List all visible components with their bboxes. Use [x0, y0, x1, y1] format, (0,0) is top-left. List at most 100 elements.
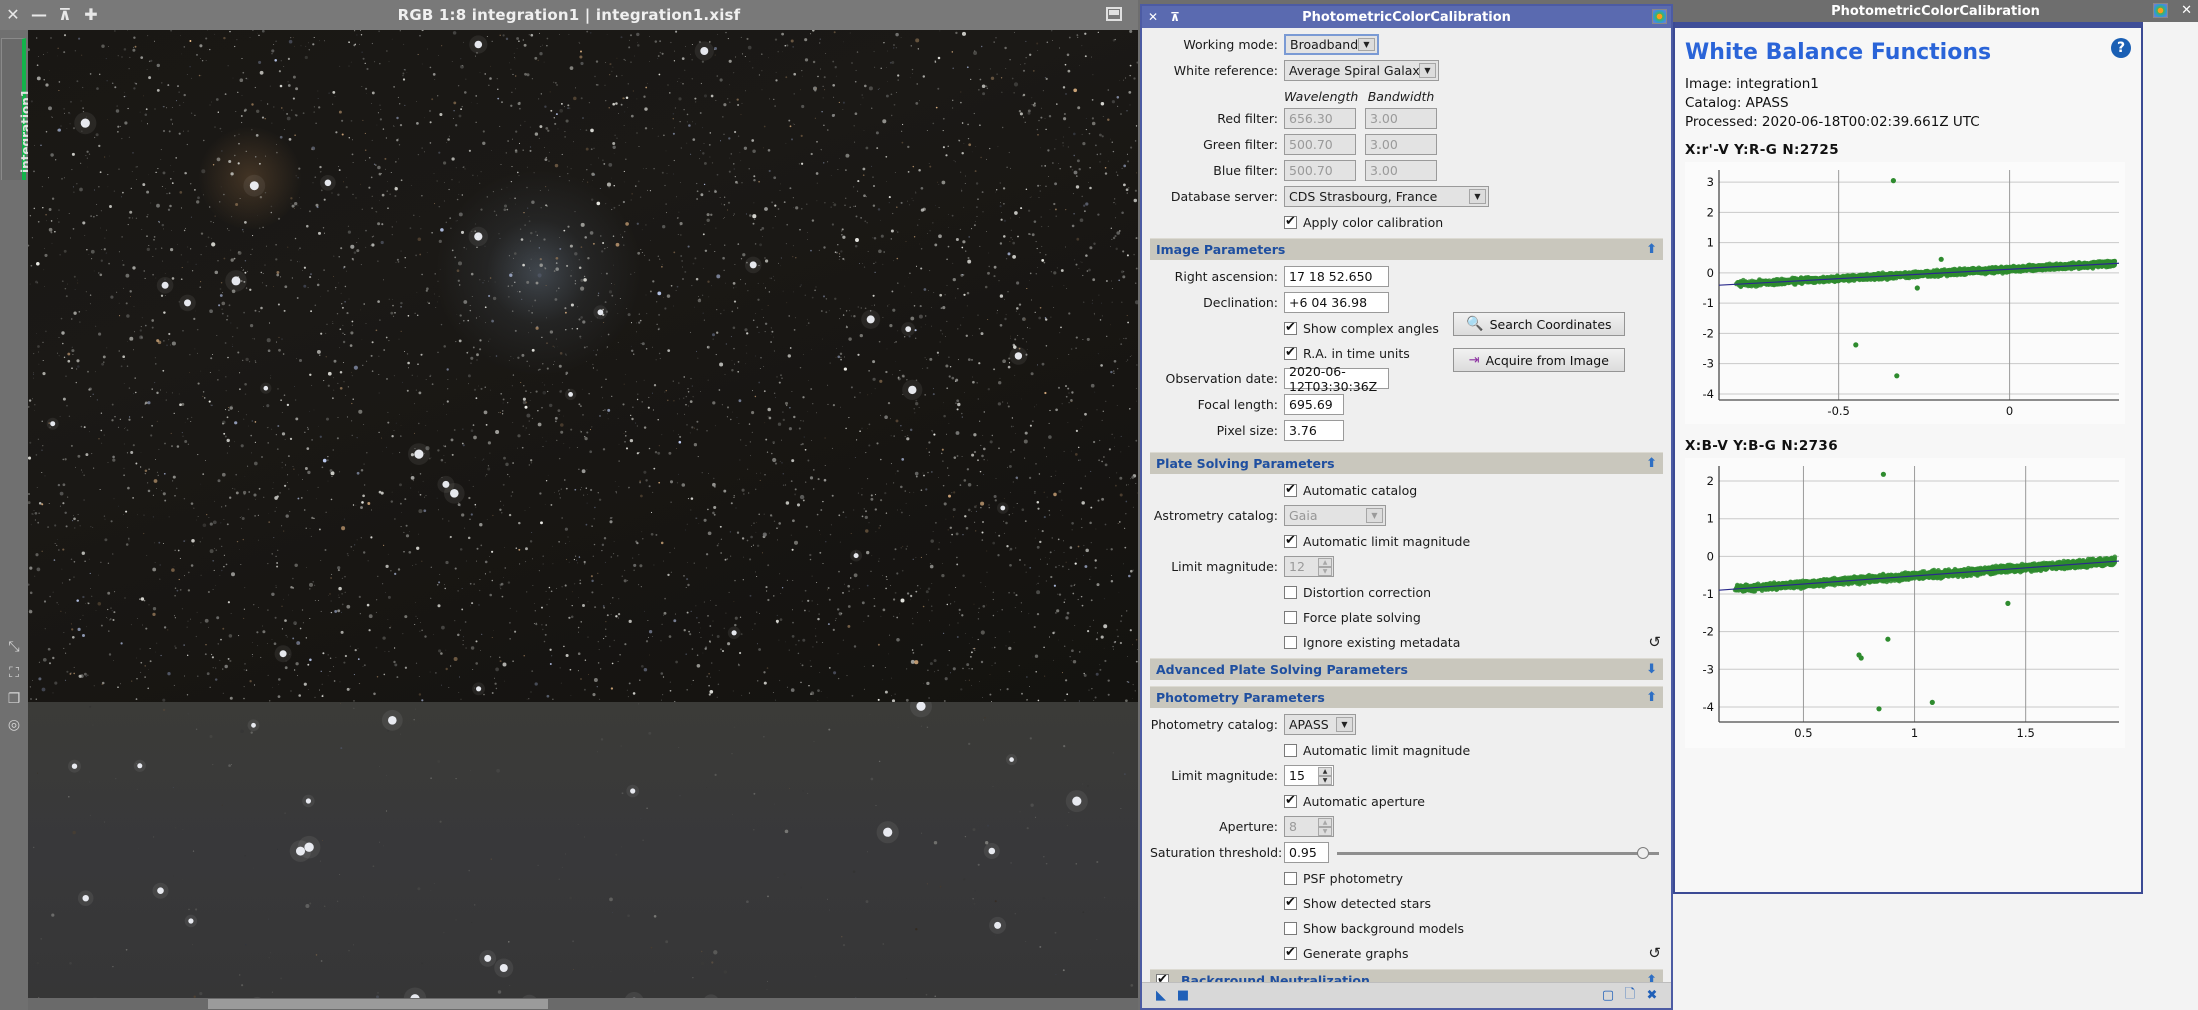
- stepper-buttons[interactable]: ▲ ▼: [1318, 558, 1332, 576]
- green-filter-wavelength-input[interactable]: 500.70: [1284, 134, 1356, 155]
- photometry-automatic-limit-magnitude-checkbox[interactable]: Automatic limit magnitude: [1284, 743, 1470, 758]
- observation-date-input[interactable]: 2020-06-12T03:30:36Z: [1284, 364, 1389, 394]
- focal-length-input[interactable]: 695.69: [1284, 394, 1344, 415]
- show-detected-stars-checkbox[interactable]: Show detected stars: [1284, 895, 1431, 911]
- working-mode-select[interactable]: Broadband ▼: [1284, 34, 1379, 55]
- stepper-buttons[interactable]: ▲ ▼: [1318, 767, 1332, 785]
- minimize-icon[interactable]: —: [26, 2, 52, 28]
- blue-filter-bandwidth-input[interactable]: 3.00: [1365, 160, 1437, 181]
- photometry-limit-magnitude-row: Limit magnitude: 15 ▲ ▼: [1150, 765, 1663, 786]
- wbf-heading: White Balance Functions: [1685, 40, 1992, 65]
- ignore-existing-metadata-checkbox[interactable]: Ignore existing metadata: [1284, 635, 1460, 650]
- preview-tool-icon[interactable]: ❐: [5, 690, 23, 708]
- collapse-icon[interactable]: ⬆: [1646, 243, 1657, 256]
- pcc-body: Working mode: Broadband ▼ White referenc…: [1142, 28, 1671, 982]
- automatic-aperture-checkbox[interactable]: Automatic aperture: [1284, 793, 1425, 809]
- pcc-close-icon[interactable]: ✕: [1142, 7, 1164, 27]
- photometry-limit-magnitude-stepper[interactable]: 15 ▲ ▼: [1284, 765, 1334, 786]
- generate-graphs-checkbox[interactable]: Generate graphs: [1284, 945, 1408, 961]
- chevron-down-icon[interactable]: ▼: [1336, 717, 1353, 732]
- chevron-down-icon[interactable]: ▼: [1358, 38, 1375, 51]
- reset-icon[interactable]: ↺: [1648, 944, 1661, 962]
- white-reference-select[interactable]: Average Spiral Galaxy ▼: [1284, 60, 1439, 81]
- execute-icon[interactable]: ■: [1172, 986, 1194, 1006]
- red-filter-wavelength-input[interactable]: 656.30: [1284, 108, 1356, 129]
- psf-photometry-checkbox[interactable]: PSF photometry: [1284, 871, 1403, 886]
- maximize-icon[interactable]: ✚: [78, 2, 104, 28]
- background-neutralization-section-header[interactable]: Background Neutralization ⬆: [1150, 969, 1663, 982]
- plate-limit-magnitude-stepper[interactable]: 12 ▲ ▼: [1284, 556, 1334, 577]
- browse-documentation-icon[interactable]: 🗋: [1619, 986, 1641, 1006]
- green-filter-row: Green filter: 500.70 3.00: [1150, 134, 1663, 155]
- pixel-size-label: Pixel size:: [1216, 423, 1278, 438]
- view-tab-integration1[interactable]: integration1: [1, 38, 33, 180]
- right-ascension-input[interactable]: 17 18 52.650: [1284, 266, 1389, 287]
- force-plate-solving-checkbox[interactable]: Force plate solving: [1284, 610, 1421, 625]
- pixel-size-input[interactable]: 3.76: [1284, 420, 1344, 441]
- pan-tool-icon[interactable]: ⛶: [5, 664, 23, 682]
- generate-graphs-row: Generate graphs ↺: [1150, 943, 1663, 963]
- reset-icon[interactable]: ↺: [1648, 633, 1661, 651]
- slider-knob[interactable]: [1636, 846, 1649, 859]
- background-pcc-close-icon[interactable]: ✕: [2181, 3, 2192, 18]
- show-complex-angles-checkbox[interactable]: Show complex angles: [1284, 320, 1439, 336]
- collapse-icon[interactable]: ⬆: [1646, 691, 1657, 704]
- horizontal-scrollbar[interactable]: [28, 998, 1138, 1010]
- chart-1[interactable]: -4 -3 -2 -1 0 1 2 3 -0.5 0: [1685, 162, 2131, 424]
- lower-starfield: [29, 702, 1134, 1010]
- astrometry-catalog-select[interactable]: Gaia ▼: [1284, 505, 1386, 526]
- checkbox-box: [1284, 482, 1297, 497]
- blue-filter-wavelength-input[interactable]: 500.70: [1284, 160, 1356, 181]
- automatic-catalog-checkbox[interactable]: Automatic catalog: [1284, 482, 1417, 498]
- declination-input[interactable]: +6 04 36.98: [1284, 292, 1389, 313]
- background-pcc-titlebar[interactable]: PhotometricColorCalibration ✕: [1673, 0, 2198, 22]
- collapse-icon[interactable]: ⬆: [1646, 457, 1657, 470]
- red-filter-row: Red filter: 656.30 3.00: [1150, 108, 1663, 129]
- automatic-aperture-label: Automatic aperture: [1303, 793, 1425, 809]
- red-filter-bandwidth-input[interactable]: 3.00: [1365, 108, 1437, 129]
- plate-automatic-limit-magnitude-checkbox[interactable]: Automatic limit magnitude: [1284, 533, 1470, 549]
- apply-global-icon[interactable]: ◣: [1150, 986, 1172, 1006]
- collapse-icon[interactable]: ⬆: [1646, 974, 1657, 982]
- image-parameters-section-header[interactable]: Image Parameters ⬆: [1150, 238, 1663, 260]
- chevron-down-icon[interactable]: ▼: [1366, 508, 1383, 523]
- show-background-models-checkbox[interactable]: Show background models: [1284, 921, 1464, 936]
- screen-root: ✕ — ⊼ ✚ RGB 1:8 integration1 | integrati…: [0, 0, 2198, 1010]
- plate-solving-section-header[interactable]: Plate Solving Parameters ⬆: [1150, 452, 1663, 474]
- search-coordinates-button[interactable]: 🔍 Search Coordinates: [1452, 312, 1625, 336]
- checkbox-box: [1156, 972, 1169, 982]
- aperture-stepper[interactable]: 8 ▲ ▼: [1284, 816, 1334, 837]
- database-server-select[interactable]: CDS Strasbourg, France ▼: [1284, 186, 1489, 207]
- new-instance-icon[interactable]: ▢: [1597, 986, 1619, 1006]
- background-neutralization-checkbox[interactable]: [1156, 972, 1175, 982]
- advanced-plate-solving-section-header[interactable]: Advanced Plate Solving Parameters ⬇: [1150, 658, 1663, 680]
- help-icon[interactable]: ?: [2111, 38, 2131, 58]
- saturation-threshold-input[interactable]: 0.95: [1284, 842, 1329, 863]
- chart-2[interactable]: -4 -3 -2 -1 0 1 2 0.5 1 1.5: [1685, 458, 2131, 748]
- distortion-correction-checkbox[interactable]: Distortion correction: [1284, 585, 1431, 600]
- acquire-from-image-button[interactable]: ⇥ Acquire from Image: [1452, 348, 1625, 372]
- saturation-threshold-slider[interactable]: [1337, 846, 1659, 860]
- stepper-buttons[interactable]: ▲ ▼: [1318, 818, 1332, 836]
- image-canvas[interactable]: [28, 30, 1138, 1010]
- pcc-shade-icon[interactable]: ⊼: [1164, 7, 1186, 27]
- expand-icon[interactable]: ⬇: [1646, 663, 1657, 676]
- scrollbar-thumb[interactable]: [208, 999, 548, 1009]
- image-window-titlebar[interactable]: ✕ — ⊼ ✚ RGB 1:8 integration1 | integrati…: [0, 0, 1138, 30]
- zoom-tool-icon[interactable]: ⤡: [5, 638, 23, 656]
- image-window-title: RGB 1:8 integration1 | integration1.xisf: [397, 6, 741, 24]
- mask-tool-icon[interactable]: ◎: [5, 716, 23, 734]
- apply-color-calibration-checkbox[interactable]: Apply color calibration: [1284, 214, 1443, 230]
- shade-icon[interactable]: ⊼: [52, 2, 78, 28]
- pcc-titlebar[interactable]: ✕ ⊼ PhotometricColorCalibration: [1142, 6, 1671, 28]
- photometry-catalog-select[interactable]: APASS ▼: [1284, 714, 1356, 735]
- close-icon[interactable]: ✕: [0, 2, 26, 28]
- chevron-down-icon[interactable]: ▼: [1469, 189, 1486, 204]
- restore-icon[interactable]: [1106, 7, 1122, 21]
- photometry-section-header[interactable]: Photometry Parameters ⬆: [1150, 686, 1663, 708]
- ra-in-time-units-checkbox[interactable]: R.A. in time units: [1284, 345, 1410, 361]
- reset-icon[interactable]: ✖: [1641, 986, 1663, 1006]
- chevron-down-icon[interactable]: ▼: [1419, 63, 1436, 78]
- green-filter-bandwidth-input[interactable]: 3.00: [1365, 134, 1437, 155]
- astro-image[interactable]: [28, 30, 1138, 702]
